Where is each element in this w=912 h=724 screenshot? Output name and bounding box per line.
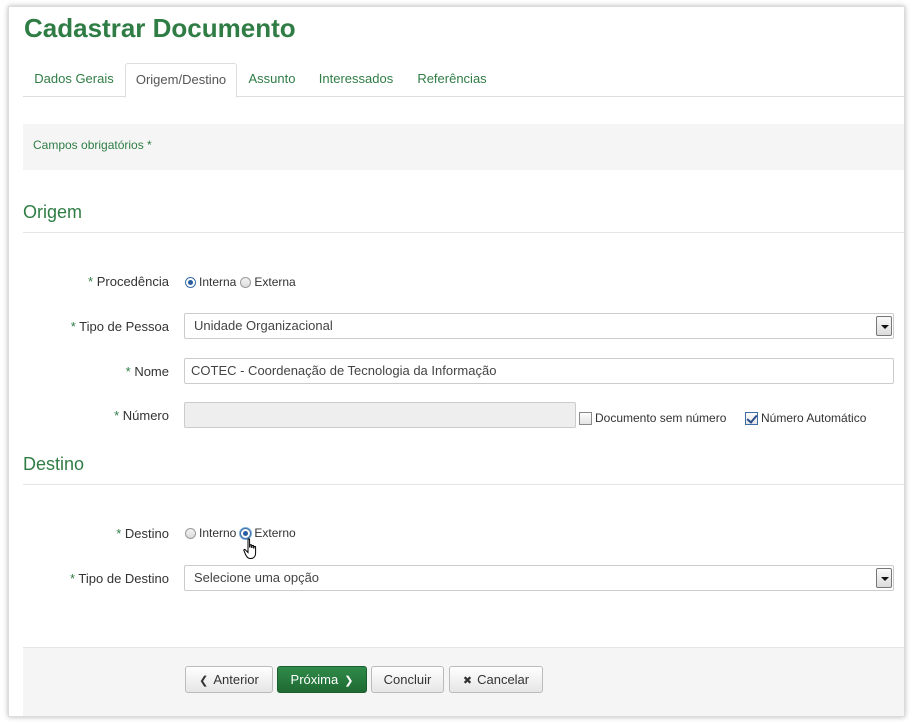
tab-referencias[interactable]: Referências (405, 63, 499, 97)
hand-pointer-icon (243, 538, 257, 559)
nome-input[interactable]: COTEC - Coordenação de Tecnologia da Inf… (184, 358, 894, 384)
tab-interessados[interactable]: Interessados (307, 63, 405, 97)
destino-interno-radio[interactable] (185, 527, 196, 539)
tipo-pessoa-value: Unidade Organizacional (194, 318, 333, 333)
close-icon: ✖ (462, 675, 473, 687)
tab-bar: Dados Gerais Origem/Destino Assunto Inte… (23, 63, 904, 98)
destino-label: * Destino (116, 526, 169, 541)
numero-automatico[interactable]: Número Automático (745, 411, 866, 425)
concluir-button[interactable]: Concluir (371, 666, 444, 693)
proxima-button[interactable]: Próxima ❯ (277, 666, 367, 693)
procedencia-interna-label[interactable]: Interna (199, 275, 236, 289)
destino-externo-label[interactable]: Externo (254, 526, 295, 540)
procedencia-label: * Procedência (88, 274, 169, 289)
section-origem: Origem (23, 199, 904, 233)
procedencia-interna-radio[interactable] (185, 276, 196, 288)
numero-input (184, 402, 576, 428)
tipo-destino-value: Selecione uma opção (194, 570, 320, 585)
numero-automatico-checkbox[interactable] (745, 411, 758, 425)
documento-sem-numero-label[interactable]: Documento sem número (595, 411, 726, 425)
numero-automatico-label[interactable]: Número Automático (761, 411, 866, 425)
destino-externo-radio[interactable] (240, 527, 252, 539)
chevron-down-icon[interactable] (876, 316, 892, 336)
chevron-right-icon: ❯ (344, 675, 354, 687)
anterior-button[interactable]: ❮ Anterior (185, 666, 273, 693)
required-notice-text: Campos obrigatórios * (33, 138, 152, 152)
form-actions: ❮ Anterior Próxima ❯ Concluir ✖ Cancelar (23, 647, 904, 716)
tab-assunto[interactable]: Assunto (237, 63, 307, 97)
tab-origem-destino[interactable]: Origem/Destino (125, 63, 237, 98)
documento-sem-numero-checkbox[interactable] (579, 411, 592, 425)
cancelar-button[interactable]: ✖ Cancelar (449, 666, 543, 693)
tipo-pessoa-select[interactable]: Unidade Organizacional (184, 313, 894, 339)
tipo-pessoa-label: * Tipo de Pessoa (70, 319, 169, 334)
numero-label: * Número (114, 408, 169, 423)
section-destino: Destino (23, 451, 904, 485)
destino-interno-label[interactable]: Interno (199, 526, 236, 540)
page-frame: Cadastrar Documento Dados Gerais Origem/… (8, 6, 905, 717)
tipo-destino-label: * Tipo de Destino (69, 571, 169, 586)
chevron-down-icon[interactable] (876, 568, 892, 588)
nome-label: * Nome (125, 364, 169, 379)
procedencia-radio-group: Interna Externa (185, 275, 300, 289)
procedencia-externa-radio[interactable] (240, 276, 252, 288)
procedencia-externa-label[interactable]: Externa (254, 275, 295, 289)
section-destino-title: Destino (23, 454, 85, 474)
documento-sem-numero[interactable]: Documento sem número (579, 411, 726, 425)
required-notice: Campos obrigatórios * (23, 124, 904, 170)
chevron-left-icon: ❮ (199, 675, 209, 687)
section-origem-title: Origem (23, 202, 83, 222)
tab-dados-gerais[interactable]: Dados Gerais (23, 63, 125, 97)
tipo-destino-select[interactable]: Selecione uma opção (184, 565, 894, 591)
page-title: Cadastrar Documento (24, 13, 296, 43)
